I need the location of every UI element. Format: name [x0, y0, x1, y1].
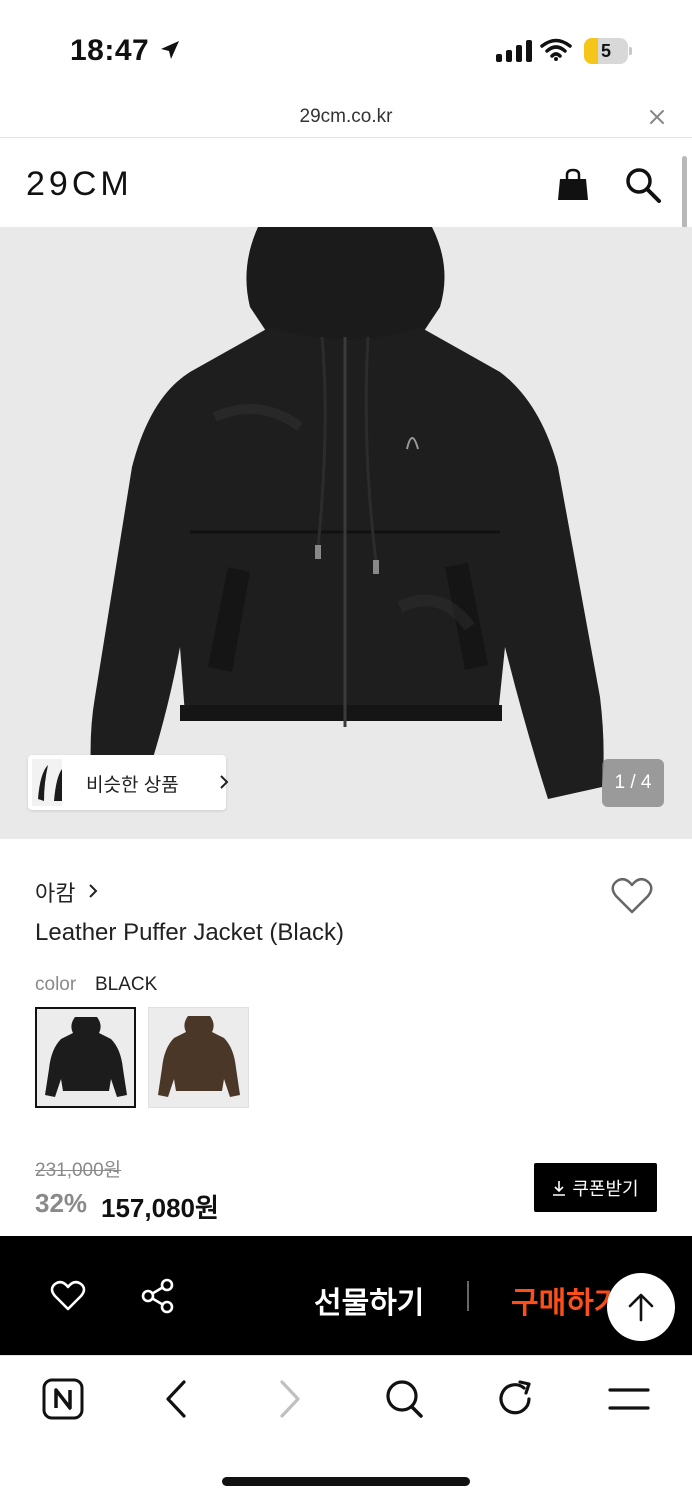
share-icon[interactable] [140, 1278, 176, 1314]
swatch-brown-image [158, 1016, 240, 1097]
brand-link[interactable]: 아캄 [35, 876, 75, 908]
coupon-label: 쿠폰받기 [572, 1178, 639, 1199]
home-indicator [222, 1477, 470, 1486]
naver-home-icon[interactable] [42, 1378, 84, 1420]
back-icon[interactable] [162, 1378, 190, 1420]
color-swatch-black[interactable] [35, 1007, 136, 1108]
location-arrow-icon [161, 41, 179, 59]
arrow-up-icon [628, 1293, 654, 1322]
color-swatch-brown[interactable] [148, 1007, 249, 1108]
search-icon[interactable] [384, 1378, 424, 1420]
status-bar: 18:47 5 [0, 0, 692, 100]
bag-icon[interactable] [556, 167, 590, 201]
battery-level: 5 [600, 41, 611, 61]
product-title: Leather Puffer Jacket (Black) [35, 919, 345, 946]
image-counter: 1 / 4 [602, 759, 664, 807]
product-image[interactable] [0, 227, 692, 839]
action-divider [467, 1281, 469, 1311]
close-icon[interactable] [648, 108, 666, 126]
sale-price: 157,080원 [101, 1193, 219, 1223]
buy-button[interactable]: 구매하기 [511, 1278, 621, 1322]
refresh-icon[interactable] [496, 1378, 536, 1420]
swatch-black-image [45, 1017, 127, 1097]
jacket-illustration [90, 227, 604, 799]
scroll-to-top-button[interactable] [607, 1273, 675, 1341]
signal-icon [496, 40, 532, 62]
menu-icon[interactable] [608, 1378, 650, 1420]
similar-products-label: 비슷한 상품 [86, 775, 179, 796]
original-price: 231,000원 [35, 1160, 122, 1181]
heart-icon[interactable] [610, 876, 654, 916]
download-icon [553, 1180, 566, 1196]
browser-url-bar[interactable]: 29cm.co.kr [0, 100, 692, 138]
chevron-right-icon[interactable] [88, 883, 98, 899]
color-label: color [35, 974, 77, 995]
discount-rate: 32% [35, 1188, 88, 1218]
gift-button[interactable]: 선물하기 [314, 1278, 424, 1322]
site-header: 29CM [0, 139, 692, 227]
wifi-icon [540, 38, 572, 61]
status-time: 18:47 [70, 34, 150, 67]
purchase-action-bar: 선물하기 구매하기 [0, 1236, 692, 1355]
heart-icon[interactable] [50, 1280, 86, 1312]
coupon-button[interactable]: 쿠폰받기 [534, 1163, 657, 1212]
chevron-right-icon [220, 775, 229, 789]
forward-icon[interactable] [276, 1378, 304, 1420]
color-value: BLACK [95, 974, 158, 995]
site-logo[interactable]: 29CM [26, 165, 133, 204]
similar-products-button[interactable]: 비슷한 상품 [28, 755, 229, 810]
url-text[interactable]: 29cm.co.kr [0, 106, 692, 128]
search-icon[interactable] [624, 166, 662, 204]
battery-indicator: 5 [584, 38, 632, 64]
